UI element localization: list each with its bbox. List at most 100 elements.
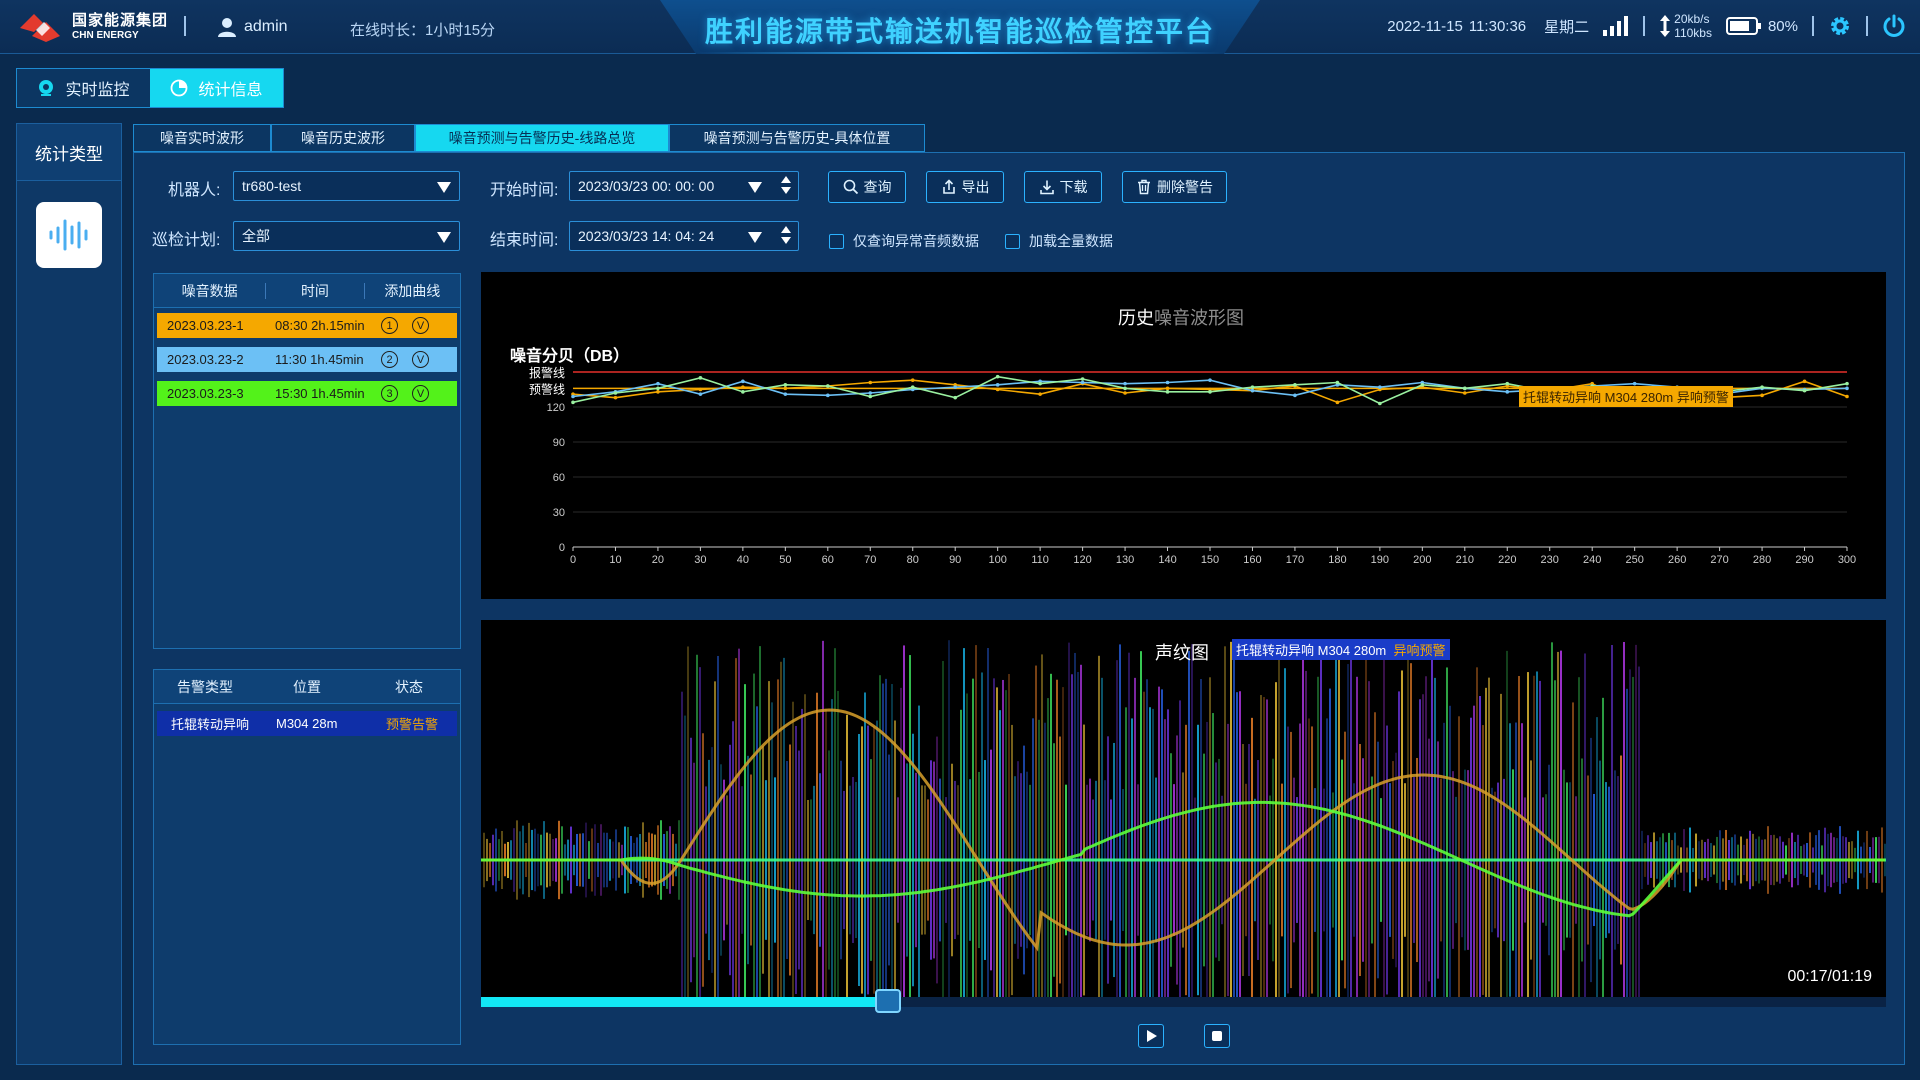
- robot-label: 机器人:: [168, 182, 221, 199]
- delete-warning-button[interactable]: 删除警告: [1122, 171, 1227, 203]
- updown-arrow-icon: [1660, 15, 1671, 37]
- tab-realtime-monitor[interactable]: 实时监控: [17, 69, 150, 107]
- column-header: 告警类型: [177, 678, 233, 695]
- checkbox-box[interactable]: [829, 233, 844, 249]
- data-point: [953, 395, 957, 400]
- data-point: [868, 394, 873, 399]
- camera-icon: [39, 80, 54, 96]
- power-icon[interactable]: [1882, 14, 1906, 38]
- tab-noise-history-wave[interactable]: 噪音历史波形: [271, 124, 415, 152]
- data-point: [1378, 385, 1382, 389]
- voiceprint-bar: [1131, 718, 1133, 997]
- user-info[interactable]: admin: [218, 17, 288, 37]
- voiceprint-bar: [1164, 719, 1166, 997]
- voiceprint-bar: [1635, 644, 1637, 997]
- voiceprint-bar: [1224, 646, 1226, 997]
- x-tick-label: 150: [1201, 554, 1219, 566]
- voiceprint-bar: [1500, 693, 1502, 997]
- play-button[interactable]: [1138, 1024, 1164, 1048]
- voiceprint-bar: [1050, 673, 1052, 997]
- voiceprint-bar: [1446, 667, 1448, 997]
- data-point: [698, 376, 703, 380]
- spectrogram-tag: 托辊转动异响 M304 280m 异响预警: [1232, 639, 1450, 660]
- export-label: 导出: [961, 179, 990, 195]
- download-button[interactable]: 下载: [1024, 171, 1102, 203]
- curve-number-icon[interactable]: 1: [381, 317, 398, 334]
- stop-icon: [1212, 1031, 1222, 1041]
- checkbox-box[interactable]: [1005, 233, 1020, 249]
- data-point: [910, 378, 915, 382]
- sound-stat-button[interactable]: [36, 202, 102, 268]
- tab-statistics[interactable]: 统计信息: [150, 69, 283, 107]
- voiceprint-bar: [759, 646, 761, 997]
- voiceprint-bar: [1005, 690, 1007, 997]
- online-duration: 在线时长：1小时15分: [350, 19, 495, 40]
- curve-number-icon[interactable]: 3: [381, 385, 398, 402]
- data-point: [1760, 393, 1764, 398]
- upload-speed: 20kb/s: [1674, 12, 1710, 26]
- voiceprint-bar: [1047, 698, 1049, 997]
- stop-button[interactable]: [1204, 1024, 1230, 1048]
- voiceprint-bar: [1263, 697, 1265, 997]
- column-header: 时间: [300, 282, 329, 299]
- data-point: [783, 383, 788, 387]
- voiceprint-bar: [999, 710, 1001, 997]
- history-chart: 历史噪音波形图 噪音分贝（DB） 0 30 60 90 120 0 10 20 30 40 50 60…: [481, 272, 1886, 599]
- voiceprint-bar: [681, 691, 683, 997]
- abnormal-only-checkbox[interactable]: 仅查询异常音频数据: [829, 231, 979, 251]
- voiceprint-bar: [1431, 654, 1433, 997]
- data-point: [1802, 388, 1807, 393]
- x-tick-label: 280: [1753, 554, 1771, 566]
- table-row[interactable]: 2023.03.23-1 08:30 2h.15min 1 V: [157, 313, 457, 338]
- data-point: [783, 392, 788, 396]
- end-time-label: 结束时间:: [490, 232, 559, 249]
- voiceprint-bar: [1179, 700, 1181, 997]
- table-row[interactable]: 托辊转动异响 M304 28m 预警告警: [157, 711, 457, 736]
- data-point: [1038, 392, 1042, 396]
- load-full-data-checkbox[interactable]: 加载全量数据: [1005, 231, 1113, 251]
- export-button[interactable]: 导出: [926, 171, 1004, 203]
- robot-select[interactable]: tr680-test: [233, 171, 460, 201]
- table-row[interactable]: 2023.03.23-2 11:30 1h.45min 2 V: [157, 347, 457, 372]
- x-tick-label: 210: [1456, 554, 1474, 566]
- cell-alarm-type: 托辊转动异响: [171, 717, 250, 732]
- x-tick-label: 200: [1413, 554, 1431, 566]
- voiceprint-bar: [816, 692, 818, 997]
- tab-noise-realtime-wave[interactable]: 噪音实时波形: [133, 124, 271, 152]
- gear-icon[interactable]: [1828, 14, 1852, 38]
- tab-label: 实时监控: [65, 82, 130, 99]
- data-point: [1293, 383, 1297, 387]
- voiceprint-bar: [1479, 696, 1481, 997]
- voiceprint-bar: [1008, 674, 1010, 997]
- voiceprint-bar: [1350, 650, 1352, 997]
- data-point: [571, 394, 575, 399]
- playback-progress-handle[interactable]: [875, 989, 902, 1013]
- voiceprint-bar: [1233, 653, 1235, 997]
- add-curve-icon[interactable]: V: [412, 351, 429, 368]
- tab-noise-prediction-overview[interactable]: 噪音预测与告警历史-线路总览: [415, 124, 669, 152]
- alarm-table: 告警类型 位置 状态 托辊转动异响 M304 28m 预警告警: [153, 669, 461, 1045]
- tab-label: 统计信息: [198, 82, 263, 99]
- add-curve-icon[interactable]: V: [412, 317, 429, 334]
- time-spinner[interactable]: [781, 176, 791, 194]
- voiceprint-bar: [1335, 643, 1337, 997]
- end-time-picker[interactable]: 2023/03/23 14: 04: 24: [569, 221, 799, 251]
- warning-line-label: 预警线: [529, 381, 565, 396]
- tab-noise-prediction-location[interactable]: 噪音预测与告警历史-具体位置: [669, 124, 925, 152]
- x-tick-label: 250: [1625, 554, 1643, 566]
- voiceprint-bar: [1365, 652, 1367, 997]
- add-curve-icon[interactable]: V: [412, 385, 429, 402]
- table-row[interactable]: 2023.03.23-3 15:30 1h.45min 3 V: [157, 381, 457, 406]
- time-spinner[interactable]: [781, 226, 791, 244]
- data-point: [1250, 385, 1255, 389]
- start-time-picker[interactable]: 2023/03/23 00: 00: 00: [569, 171, 799, 201]
- curve-number-icon[interactable]: 2: [381, 351, 398, 368]
- query-button[interactable]: 查询: [828, 171, 906, 203]
- divider: [1812, 16, 1814, 36]
- plan-select[interactable]: 全部: [233, 221, 460, 251]
- data-point: [1420, 383, 1425, 387]
- data-point: [1760, 385, 1764, 389]
- chn-energy-logo-icon: [20, 14, 60, 42]
- alarm-line-label: 报警线: [529, 365, 565, 380]
- data-point: [1463, 386, 1467, 391]
